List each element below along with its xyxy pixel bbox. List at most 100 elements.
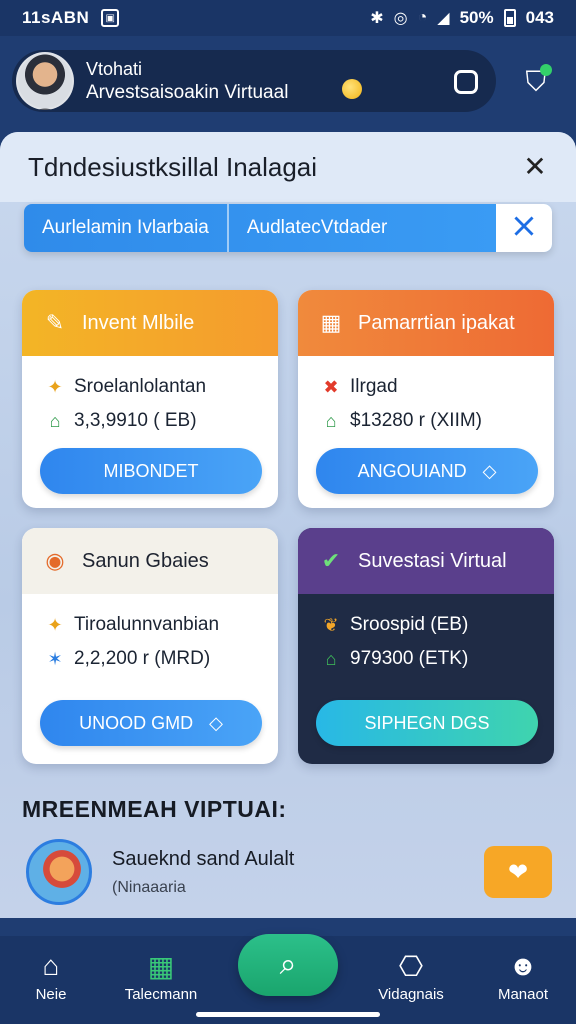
notification-dot [540, 64, 552, 76]
card-row: ✦ Sroelanlolantan [22, 370, 278, 404]
tab-bar: Aurlelamin Ivlarbaia AudlatecVtdader ⨉ [24, 204, 552, 252]
panel-title: Tdndesiustksillal Inalagai [28, 151, 318, 182]
list-item-title: Saueknd sand Aulalt [112, 847, 295, 870]
card-row-text: Tiroalunnvanbian [74, 614, 220, 635]
profile-subtitle: Arvestsaisoakin Virtuaal [86, 81, 289, 103]
list-item-text: Saueknd sand Aulalt (Ninaaaria [112, 848, 294, 897]
card-value: 979300 (ETK) [350, 648, 469, 669]
card-sanun[interactable]: ◉ Sanun Gbaies ✦ Tiroalunnvanbian ✶ 2,2,… [22, 528, 278, 764]
nav-manaot[interactable]: ☻ Manaot [468, 950, 576, 1003]
search-button[interactable]: ⌕ [238, 934, 338, 996]
search-icon: ⌕ [279, 948, 297, 981]
nav-home[interactable]: ⌂ Neie [0, 950, 106, 1003]
card-action-button[interactable]: ANGOUIAND ◇ [316, 448, 538, 494]
alarm-icon: ◎ [393, 10, 408, 27]
panel-header: Tdndesiustksillal Inalagai ✕ [0, 132, 576, 202]
bottom-nav: ⌂ Neie ▦ Talecmann ⌕ ⎔ Vidagnais ☻ Manao… [0, 934, 576, 1024]
card-action-button[interactable]: MIBONDET [40, 448, 262, 494]
status-bar: 11sABN ▣ ✱ ◎ ◔ ◢ 50% 043 [0, 0, 576, 36]
card-title: Sanun Gbaies [82, 549, 209, 572]
card-invent[interactable]: ✎ Invent Mlbile ✦ Sroelanlolantan ⌂ 3,3,… [22, 290, 278, 508]
card-row: ✖ Ilrgad [298, 370, 554, 404]
card-row-text: Sroospid (EB) [350, 614, 469, 635]
home-indicator [196, 1012, 380, 1017]
bird-icon: ❦ [323, 614, 339, 635]
wifi-icon: ◔ [417, 9, 428, 26]
card-title: Pamarrtian ipakat [358, 311, 515, 334]
target-icon: ◉ [45, 548, 65, 573]
pencil-icon: ✎ [45, 310, 65, 335]
home-icon: ⌂ [42, 950, 60, 981]
battery-percent: 50% [459, 8, 494, 27]
tab-second[interactable]: AudlatecVtdader [226, 204, 406, 252]
card-row: ✦ Tiroalunnvanbian [22, 608, 278, 642]
nav-label: Vidagnais [378, 986, 444, 1003]
diamond-icon: ◇ [209, 712, 223, 733]
card-row: ⌂ 979300 (ETK) [298, 642, 554, 676]
notification-shield-button[interactable]: ⛉ [518, 64, 554, 100]
tab-first[interactable]: Aurlelamin Ivlarbaia [24, 204, 227, 252]
card-row: ❦ Sroospid (EB) [298, 608, 554, 642]
coin-icon [342, 79, 362, 99]
nav-vidagnais[interactable]: ⎔ Vidagnais [356, 950, 466, 1003]
card-pamarrtian[interactable]: ▦ Pamarrtian ipakat ✖ Ilrgad ⌂ $13280 r … [298, 290, 554, 508]
card-row-text: Sroelanlolantan [74, 376, 207, 397]
card-suvestasi[interactable]: ✔ Suvestasi Virtual ❦ Sroospid (EB) ⌂ 97… [298, 528, 554, 764]
nav-label: Talecmann [124, 986, 198, 1003]
user-icon: ☻ [508, 950, 538, 981]
close-icon[interactable]: ✕ [520, 152, 550, 182]
heart-check-icon: ❤ [507, 858, 529, 886]
signal-icon: ◢ [437, 10, 450, 27]
card-row-text: Ilrgad [350, 376, 398, 397]
cross-icon: ✖ [323, 376, 339, 397]
battery-icon [503, 9, 516, 27]
list-item-action-button[interactable]: ❤ [484, 846, 552, 898]
card-value: 2,2,200 r (MRD) [74, 648, 211, 669]
card-header: ✎ Invent Mlbile [22, 290, 278, 356]
profile-name: Vtohati [86, 58, 143, 79]
bluetooth-icon: ✱ [370, 10, 384, 27]
card-header: ▦ Pamarrtian ipakat [298, 290, 554, 356]
list-item[interactable]: Saueknd sand Aulalt (Ninaaaria ❤ [26, 836, 556, 908]
home-icon: ⌂ [325, 648, 337, 669]
list-item-avatar [26, 839, 92, 905]
button-label: MIBONDET [103, 460, 199, 481]
card-title: Suvestasi Virtual [358, 549, 507, 572]
grid-icon: ▦ [147, 951, 175, 982]
nav-talecmann[interactable]: ▦ Talecmann [106, 950, 216, 1003]
button-label: UNOOD GMD [79, 712, 194, 733]
avatar[interactable] [16, 52, 74, 110]
puzzle-icon: ✦ [47, 614, 63, 635]
home-icon: ⌂ [325, 410, 337, 431]
card-value: $13280 r (XIIM) [350, 410, 482, 431]
card-action-button[interactable]: UNOOD GMD ◇ [40, 700, 262, 746]
check-icon: ✔ [321, 548, 341, 573]
star-icon: ✶ [47, 648, 63, 669]
card-row: ⌂ $13280 r (XIIM) [298, 404, 554, 438]
card-row: ⌂ 3,3,9910 ( EB) [22, 404, 278, 438]
card-row: ✶ 2,2,200 r (MRD) [22, 642, 278, 676]
home-icon: ⌂ [49, 410, 61, 431]
puzzle-icon: ✦ [47, 376, 63, 397]
button-label: SIPHEGN DGS [364, 712, 490, 733]
card-title: Invent Mlbile [82, 311, 195, 334]
list-item-subtitle: (Ninaaaria [112, 878, 186, 896]
card-action-button[interactable]: SIPHEGN DGS [316, 700, 538, 746]
gamepad-icon: ⎔ [398, 951, 424, 982]
card-value: 3,3,9910 ( EB) [74, 410, 197, 431]
status-extra: 043 [525, 8, 554, 27]
profile-header[interactable]: Vtohati Arvestsaisoakin Virtuaal [12, 50, 496, 112]
profile-toggle-icon[interactable] [454, 70, 478, 94]
profile-text: Vtohati Arvestsaisoakin Virtuaal [86, 59, 288, 104]
diamond-icon: ◇ [482, 460, 497, 481]
tab-action-icon[interactable]: ⨉ [496, 204, 552, 252]
button-label: ANGOUIAND [357, 460, 467, 481]
status-time: 11sABN [22, 8, 90, 27]
status-icons: ✱ ◎ ◔ ◢ 50% 043 [370, 8, 554, 28]
card-header: ✔ Suvestasi Virtual [298, 528, 554, 594]
section-title: MREENMEAH VIPTUAI: [22, 796, 287, 822]
nav-label: Manaot [497, 986, 549, 1003]
nav-label: Neie [35, 986, 67, 1003]
card-header: ◉ Sanun Gbaies [22, 528, 278, 594]
grid-icon: ▦ [320, 310, 342, 335]
